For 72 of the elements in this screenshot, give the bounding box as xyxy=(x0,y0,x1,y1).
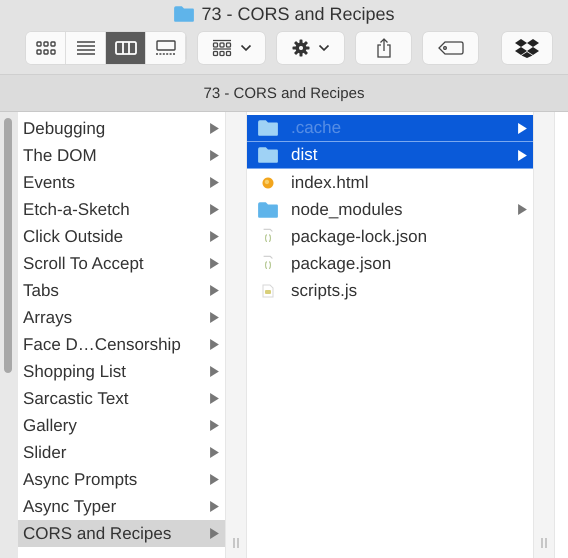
group-button[interactable] xyxy=(198,32,265,64)
file-row[interactable]: Slider xyxy=(18,439,225,466)
file-name: .cache xyxy=(291,118,342,138)
file-row[interactable]: scripts.js xyxy=(247,277,533,304)
file-name: Async Prompts xyxy=(23,470,138,490)
file-name: Arrays xyxy=(23,308,74,328)
gallery-view-button[interactable] xyxy=(146,32,186,64)
file-row[interactable]: Face D…Censorship xyxy=(18,331,225,358)
file-name: Tabs xyxy=(23,280,60,300)
file-name: index.html xyxy=(291,172,370,192)
dropbox-button[interactable] xyxy=(502,32,552,64)
file-name: Shopping List xyxy=(23,362,128,382)
file-name: package.json xyxy=(291,254,392,274)
file-row[interactable]: Gallery xyxy=(18,412,225,439)
file-name: Face D…Censorship xyxy=(23,334,182,354)
dropbox-icon xyxy=(515,38,539,58)
action-button[interactable] xyxy=(277,32,344,64)
columns-icon xyxy=(114,40,136,56)
file-row[interactable]: dist xyxy=(247,142,533,169)
resize-handle-icon[interactable] xyxy=(541,538,547,548)
file-name: Scroll To Accept xyxy=(23,254,145,274)
file-row[interactable]: node_modules xyxy=(247,196,533,223)
share-icon xyxy=(376,38,392,58)
file-row[interactable]: Async Typer xyxy=(18,493,225,520)
list-view-button[interactable] xyxy=(66,32,106,64)
file-name: Gallery xyxy=(23,416,78,436)
path-title: 73 - CORS and Recipes xyxy=(204,84,364,102)
columns-view-button[interactable] xyxy=(106,32,146,64)
file-name: The DOM xyxy=(23,146,98,166)
tag-button[interactable] xyxy=(423,32,478,64)
file-row[interactable]: Async Prompts xyxy=(18,466,225,493)
script-file-icon xyxy=(262,284,274,298)
file-name: dist xyxy=(291,145,318,165)
file-name: Async Typer xyxy=(23,496,118,516)
file-row[interactable]: Click Outside xyxy=(18,223,225,250)
gallery-icon xyxy=(154,40,176,56)
tag-icon xyxy=(438,41,464,55)
file-name: CORS and Recipes xyxy=(23,524,172,544)
file-row[interactable]: package-lock.json xyxy=(247,223,533,250)
folder-icon xyxy=(257,146,279,164)
file-name: Click Outside xyxy=(23,226,124,246)
folder-icon xyxy=(257,119,279,137)
file-row[interactable]: Etch-a-Sketch xyxy=(18,196,225,223)
file-name: Etch-a-Sketch xyxy=(23,200,131,220)
share-button[interactable] xyxy=(356,32,411,64)
folder-icon xyxy=(257,200,279,218)
gear-icon xyxy=(292,39,310,57)
file-row[interactable]: Scroll To Accept xyxy=(18,250,225,277)
folder-icon xyxy=(173,5,196,23)
file-name: node_modules xyxy=(291,200,404,220)
file-row[interactable]: Shopping List xyxy=(18,358,225,385)
grid-icon xyxy=(36,40,56,56)
resize-handle-icon[interactable] xyxy=(233,538,239,548)
file-name: scripts.js xyxy=(291,280,358,300)
file-row[interactable]: Debugging xyxy=(18,115,225,142)
file-row[interactable]: Sarcastic Text xyxy=(18,385,225,412)
file-name: package-lock.json xyxy=(291,226,428,246)
file-row[interactable]: index.html xyxy=(247,169,533,196)
file-row[interactable]: The DOM xyxy=(18,142,225,169)
file-name: Slider xyxy=(23,442,68,462)
scrollbar-thumb[interactable] xyxy=(4,118,12,373)
group-icon xyxy=(212,39,232,57)
list-icon xyxy=(76,40,96,56)
file-name: Debugging xyxy=(23,118,106,138)
file-row[interactable]: Tabs xyxy=(18,277,225,304)
file-row[interactable]: package.json xyxy=(247,250,533,277)
window-title: 73 - CORS and Recipes xyxy=(201,4,395,24)
icons-view-button[interactable] xyxy=(26,32,66,64)
file-name: Events xyxy=(23,172,76,192)
file-name: Sarcastic Text xyxy=(23,388,130,408)
file-row[interactable]: Events xyxy=(18,169,225,196)
file-row[interactable]: Arrays xyxy=(18,304,225,331)
